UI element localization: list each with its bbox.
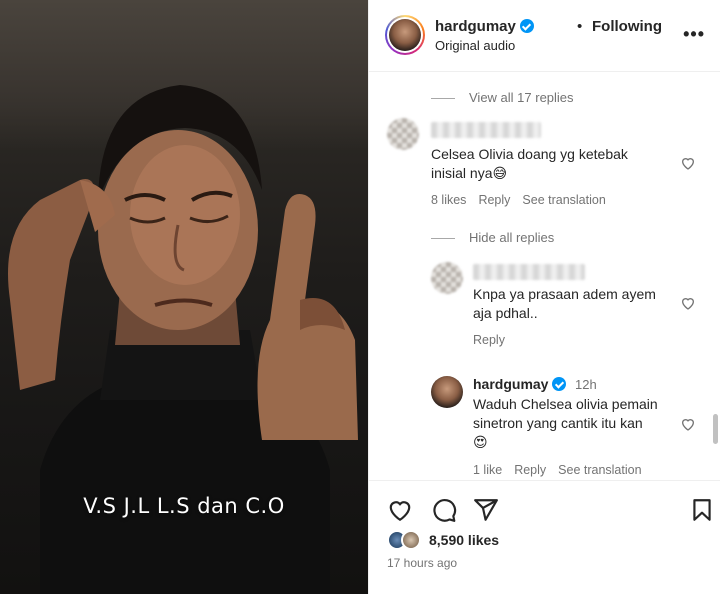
reel-video[interactable]: V.S J.L L.S dan C.O [0,0,368,594]
reply-text: Waduh Chelsea olivia pemain sinetron yan… [473,396,658,450]
reply-button[interactable]: Reply [473,333,505,347]
like-reply-heart-icon[interactable] [680,416,696,432]
avatar[interactable] [431,376,463,408]
liker-avatars[interactable] [387,530,427,550]
reply-text: Knpa ya prasaan adem ayem aja pdhal.. [473,286,656,321]
reply-button[interactable]: Reply [478,193,510,207]
like-comment-heart-icon[interactable] [680,155,696,171]
username-text: hardgumay [435,18,516,35]
comment-text: Celsea Olivia doang yg ketebak inisial n… [431,146,628,181]
reply-username[interactable]: hardgumay [473,376,567,392]
heart-icon[interactable] [387,497,413,523]
verified-badge-icon [552,377,567,391]
original-audio-link[interactable]: Original audio [435,38,515,53]
likes-count[interactable]: 1 like [473,463,502,477]
like-reply-heart-icon[interactable] [680,295,696,311]
post-header: hardgumay • Following Original audio ••• [369,0,720,72]
see-translation-button[interactable]: See translation [522,193,605,207]
username-link[interactable]: hardgumay [435,18,534,35]
likes-count[interactable]: 8,590 likes [429,532,499,548]
separator-dot: • [577,18,583,35]
reply-time: 12h [575,377,597,392]
more-horizontal-icon[interactable]: ••• [683,24,705,45]
reply-meta: Reply [473,333,517,347]
comment-icon[interactable] [431,497,457,523]
blurred-username[interactable] [431,122,541,138]
verified-badge-icon [519,19,534,33]
comment-meta: 8 likes Reply See translation [431,193,618,207]
profile-avatar[interactable] [385,15,425,55]
share-icon[interactable] [473,497,499,523]
likes-count[interactable]: 8 likes [431,193,466,207]
reply-meta: 1 like Reply See translation [473,463,654,477]
avatar[interactable] [387,118,419,150]
post-actions: 8,590 likes 17 hours ago [369,480,720,594]
scrollbar-thumb[interactable] [713,414,718,444]
see-translation-button[interactable]: See translation [558,463,641,477]
hide-replies-button[interactable]: Hide all replies [431,230,554,245]
reply-button[interactable]: Reply [514,463,546,477]
post-timestamp[interactable]: 17 hours ago [387,556,457,570]
bookmark-icon[interactable] [689,497,715,523]
following-button[interactable]: Following [592,18,662,35]
video-caption: V.S J.L L.S dan C.O [83,494,285,518]
view-replies-button[interactable]: View all 17 replies [431,90,574,105]
avatar[interactable] [431,262,463,294]
blurred-username[interactable] [473,264,585,280]
comments-panel: hardgumay • Following Original audio •••… [368,0,720,594]
